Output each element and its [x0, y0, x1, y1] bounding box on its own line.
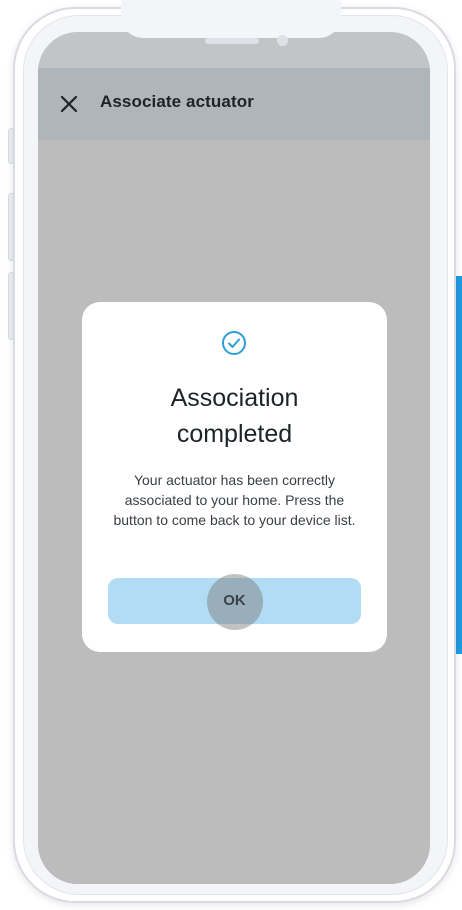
page-title: Associate actuator	[100, 92, 254, 111]
close-icon[interactable]	[60, 95, 78, 113]
app-bar: Associate actuator	[38, 68, 430, 140]
check-circle-icon	[222, 331, 246, 355]
phone-camera	[277, 35, 288, 46]
ok-button[interactable]: OK	[108, 574, 361, 630]
phone-notch	[121, 0, 341, 38]
dialog-message: Your actuator has been correctly associa…	[113, 472, 356, 528]
dialog-title: Association completed	[170, 384, 299, 448]
page: Associate actuator Association completed…	[0, 0, 462, 910]
phone-speaker	[205, 38, 259, 44]
ok-button-label: OK	[223, 592, 246, 609]
association-dialog: Association completed Your actuator has …	[82, 302, 387, 652]
